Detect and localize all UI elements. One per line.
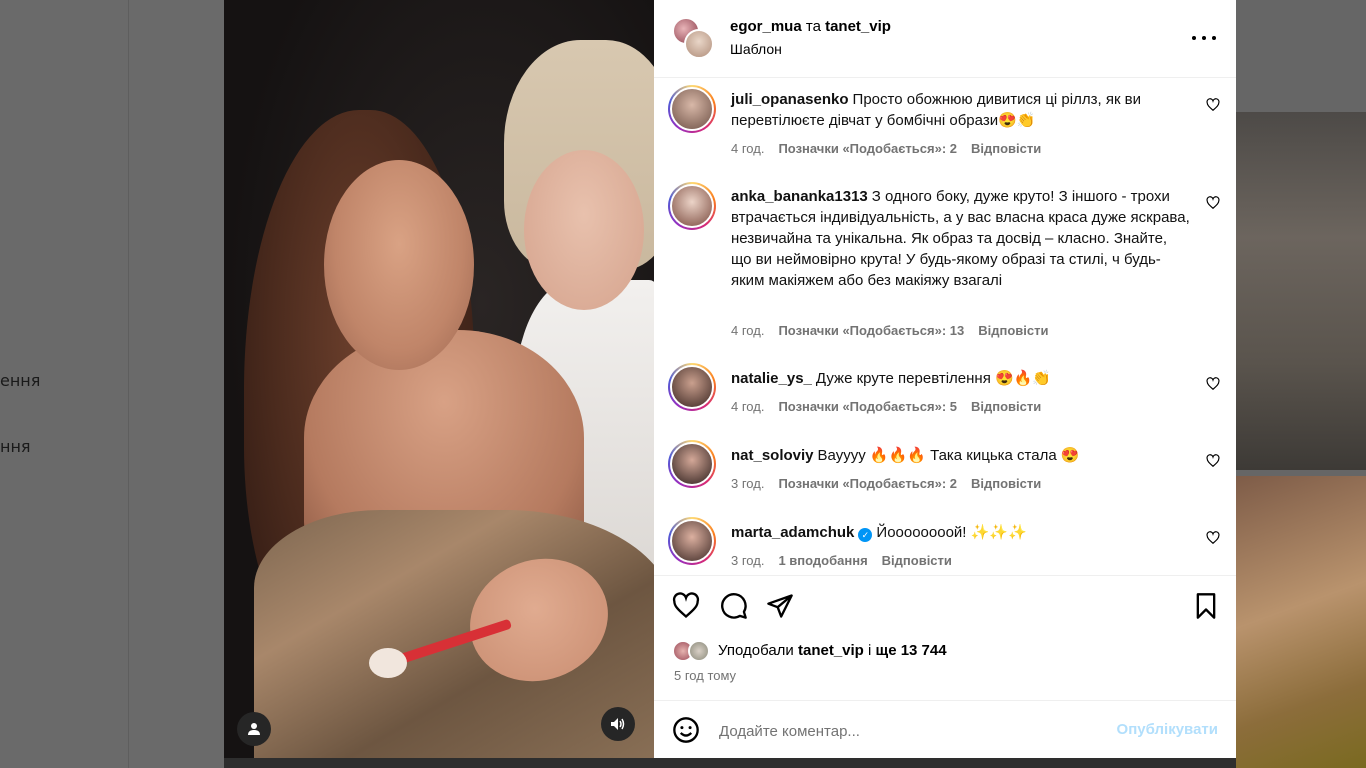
tagged-users-button[interactable] (237, 712, 271, 746)
post-authors: egor_mua та tanet_vip (730, 18, 891, 35)
likes-connector: і (868, 642, 872, 659)
sidebar-divider (128, 0, 129, 768)
comment-username[interactable]: nat_soloviy (731, 447, 814, 464)
comment-username[interactable]: anka_bananka1313 (731, 188, 868, 205)
comment-time[interactable]: 4 год. (731, 399, 764, 414)
reply-button[interactable]: Відповісти (882, 553, 952, 568)
comment-bubble-icon[interactable] (720, 592, 748, 620)
author-avatars[interactable] (672, 17, 714, 59)
comment-time[interactable]: 3 год. (731, 553, 764, 568)
more-options-button[interactable] (1192, 28, 1216, 48)
comment-likes[interactable]: 1 вподобання (778, 553, 867, 568)
video-frame-shape (369, 648, 407, 678)
likes-prefix: Уподобали (718, 642, 794, 659)
comment-message: Вауууу 🔥🔥🔥 Така кицька стала 😍 (817, 447, 1080, 464)
authors-connector: та (805, 18, 821, 35)
comment-message: Йоооооооой! ✨✨✨ (876, 524, 1027, 541)
publish-button[interactable]: Опублікувати (1117, 721, 1218, 738)
likes-summary: Уподобали tanet_vip і ще 13 744 (672, 638, 1232, 662)
reel-video[interactable] (224, 0, 654, 758)
mute-toggle-button[interactable] (601, 707, 635, 741)
author-link[interactable]: egor_mua (730, 18, 802, 35)
avatar[interactable] (688, 640, 710, 662)
dot-icon (1192, 36, 1196, 40)
comment-username[interactable]: marta_adamchuk (731, 524, 854, 541)
comment-likes[interactable]: Позначки «Подобається»: 5 (778, 399, 957, 414)
sidebar-nav-item-1[interactable]: ення (0, 371, 40, 390)
liker-username[interactable]: tanet_vip (798, 642, 864, 659)
avatar[interactable] (668, 363, 716, 411)
comment-text: marta_adamchuk ✓ Йоооооооой! ✨✨✨ (731, 522, 1191, 543)
avatar[interactable] (668, 517, 716, 565)
sidebar-nav-item-2[interactable]: ння (0, 437, 31, 456)
video-frame-shape (324, 160, 474, 370)
comment-text: anka_bananka1313 З одного боку, дуже крут… (731, 186, 1191, 291)
reply-button[interactable]: Відповісти (971, 399, 1041, 414)
comment-time[interactable]: 3 год. (731, 476, 764, 491)
likes-count[interactable]: ще 13 744 (876, 642, 947, 659)
post-actions: Уподобали tanet_vip і ще 13 744 5 год то… (654, 575, 1236, 700)
post-header: egor_mua та tanet_vip Шаблон (654, 0, 1236, 78)
reply-button[interactable]: Відповісти (978, 323, 1048, 338)
background-sidebar: ення ння (0, 0, 224, 768)
comment-time[interactable]: 4 год. (731, 141, 764, 156)
reply-button[interactable]: Відповісти (971, 141, 1041, 156)
comment-meta: 3 год. 1 вподобання Відповісти (731, 553, 966, 568)
verified-badge-icon: ✓ (858, 528, 873, 542)
comment-time[interactable]: 4 год. (731, 323, 764, 338)
avatar[interactable] (668, 182, 716, 230)
avatar[interactable] (668, 85, 716, 133)
comment-likes[interactable]: Позначки «Подобається»: 13 (778, 323, 964, 338)
avatar[interactable] (684, 29, 714, 59)
post-panel: egor_mua та tanet_vip Шаблон juli_opanas… (654, 0, 1236, 758)
avatar[interactable] (668, 440, 716, 488)
comment-like-icon[interactable] (1206, 196, 1220, 210)
likes-text: Уподобали tanet_vip і ще 13 744 (718, 642, 947, 659)
comment-username[interactable]: juli_opanasenko (731, 91, 849, 108)
comment-input[interactable] (719, 719, 1099, 743)
post-timestamp[interactable]: 5 год тому (674, 668, 736, 683)
add-comment-bar: Опублікувати (654, 700, 1236, 758)
dot-icon (1212, 36, 1216, 40)
comment-likes[interactable]: Позначки «Подобається»: 2 (778, 476, 957, 491)
comment-text: nat_soloviy Вауууу 🔥🔥🔥 Така кицька стала … (731, 445, 1191, 466)
comment-meta: 3 год. Позначки «Подобається»: 2 Відповіст… (731, 476, 1055, 491)
background-post-thumbnail[interactable] (1236, 476, 1366, 768)
post-subtitle[interactable]: Шаблон (730, 41, 782, 57)
comment-like-icon[interactable] (1206, 454, 1220, 468)
comment-username[interactable]: natalie_ys_ (731, 370, 812, 387)
comment-like-icon[interactable] (1206, 531, 1220, 545)
comment-meta: 4 год. Позначки «Подобається»: 13 Відповіс… (731, 323, 1062, 338)
reply-button[interactable]: Відповісти (971, 476, 1041, 491)
comments-list[interactable]: juli_opanasenko Просто обожнюю дивитися ц… (654, 79, 1236, 575)
speaker-icon (611, 718, 625, 730)
comment-text: natalie_ys_ Дуже круте перевтілення 😍🔥👏 (731, 368, 1191, 389)
comment-message: Дуже круте перевтілення 😍🔥👏 (815, 370, 1052, 387)
coauthor-link[interactable]: tanet_vip (825, 18, 891, 35)
video-frame-shape (524, 150, 644, 310)
comment-text: juli_opanasenko Просто обожнюю дивитися ц… (731, 89, 1191, 131)
dot-icon (1202, 36, 1206, 40)
emoji-icon[interactable] (672, 716, 700, 744)
background-post-thumbnail[interactable] (1236, 112, 1366, 470)
comment-meta: 4 год. Позначки «Подобається»: 5 Відповіст… (731, 399, 1055, 414)
comment-like-icon[interactable] (1206, 98, 1220, 112)
comment-meta: 4 год. Позначки «Подобається»: 2 Відповіст… (731, 141, 1055, 156)
comment-like-icon[interactable] (1206, 377, 1220, 391)
background-strip (224, 758, 1236, 768)
comment-likes[interactable]: Позначки «Подобається»: 2 (778, 141, 957, 156)
user-icon (248, 723, 260, 735)
like-heart-icon[interactable] (672, 592, 700, 620)
bookmark-icon[interactable] (1192, 592, 1220, 620)
share-paper-plane-icon[interactable] (766, 592, 794, 620)
